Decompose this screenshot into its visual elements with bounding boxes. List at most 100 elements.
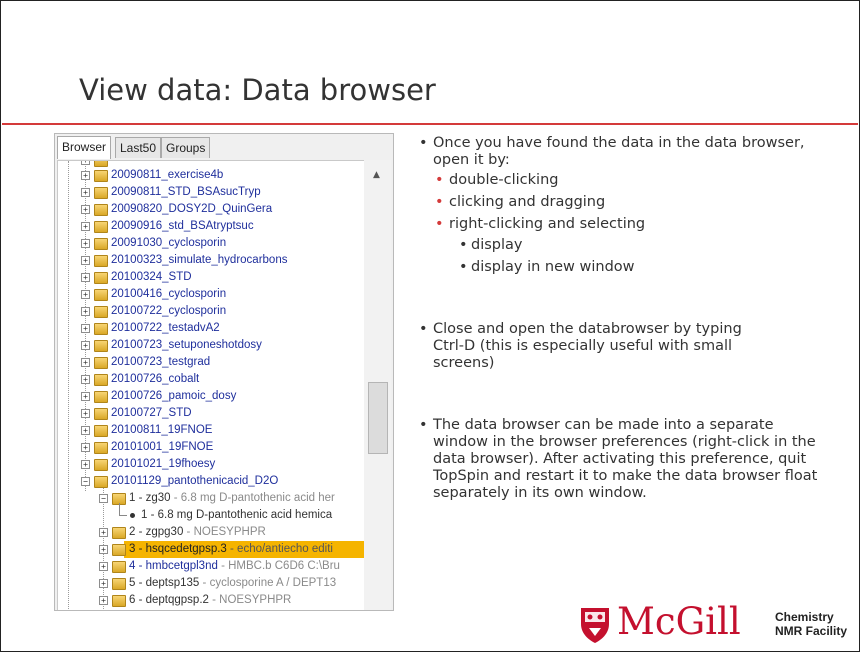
folder-icon — [94, 425, 108, 437]
tree-row[interactable]: +20090811_exercise4b — [58, 167, 364, 184]
expand-icon[interactable]: + — [81, 392, 90, 401]
sub-sub-bullet-text: display — [471, 237, 523, 253]
bullet-open-data: • Once you have found the data in the dat… — [419, 135, 805, 168]
tree-row[interactable]: +20100324_STD — [58, 269, 364, 286]
expand-icon[interactable]: + — [81, 443, 90, 452]
tree-row[interactable]: +20101021_19fhoesy — [58, 456, 364, 473]
expand-icon[interactable]: + — [81, 205, 90, 214]
tree-row[interactable]: +20100726_cobalt — [58, 371, 364, 388]
dataset-label: 20100811_19FNOE — [111, 424, 213, 436]
expand-icon[interactable]: + — [81, 222, 90, 231]
tree-row-expanded[interactable]: − 20101129_pantothenicacid_D2O — [58, 473, 364, 490]
expand-icon[interactable]: + — [99, 579, 108, 588]
tree-row[interactable]: +20100722_testadvA2 — [58, 320, 364, 337]
data-tree[interactable]: + +20090811_exercise4b +20090811_STD_BSA… — [57, 160, 365, 610]
sub-bullet: • right-clicking and selecting — [435, 216, 646, 232]
experiment-row[interactable]: +2 - zgpg30 - NOESYPHPR — [58, 524, 364, 541]
dataset-label: 20100323_simulate_hydrocarbons — [111, 254, 288, 266]
tree-row[interactable]: +20100416_cyclosporin — [58, 286, 364, 303]
tree-row[interactable]: +20100723_setuponeshotdosy — [58, 337, 364, 354]
dataset-label: 20090811_STD_BSAsucTryp — [111, 186, 261, 198]
experiment-label: 5 - deptsp135 - cyclosporine A / DEPT13 — [129, 577, 337, 589]
expand-icon[interactable]: + — [99, 596, 108, 605]
experiment-label: 2 - zgpg30 - NOESYPHPR — [129, 526, 266, 538]
collapse-icon[interactable]: − — [81, 477, 90, 486]
folder-icon — [112, 595, 126, 607]
tree-row[interactable]: +20100723_testgrad — [58, 354, 364, 371]
dataset-label: 20090916_std_BSAtryptsuc — [111, 220, 254, 232]
tree-row[interactable]: +20100323_simulate_hydrocarbons — [58, 252, 364, 269]
experiment-label: 6 - deptqgpsp.2 - NOESYPHPR — [129, 594, 292, 606]
expand-icon[interactable]: + — [81, 341, 90, 350]
folder-icon — [94, 170, 108, 182]
expand-icon[interactable]: + — [81, 239, 90, 248]
folder-icon — [94, 442, 108, 454]
scrollbar-thumb[interactable] — [368, 382, 388, 454]
tab-browser[interactable]: Browser — [57, 136, 112, 159]
expand-icon[interactable]: + — [81, 409, 90, 418]
slide: View data: Data browser Browser Last50 G… — [0, 0, 860, 652]
experiment-row[interactable]: +6 - deptqgpsp.2 - NOESYPHPR — [58, 592, 364, 609]
folder-icon — [94, 221, 108, 233]
folder-icon — [94, 272, 108, 284]
expand-icon[interactable]: + — [99, 562, 108, 571]
folder-icon — [94, 238, 108, 250]
dataset-label: 20090811_exercise4b — [111, 169, 224, 181]
tree-row[interactable]: +20100726_pamoic_dosy — [58, 388, 364, 405]
expand-icon[interactable]: + — [81, 273, 90, 282]
tree-row[interactable]: +20090820_DOSY2D_QuinGera — [58, 201, 364, 218]
sub-bullet-text: double-clicking — [449, 172, 559, 188]
tab-last50[interactable]: Last50 — [115, 137, 162, 158]
mcgill-wordmark: McGill — [617, 600, 741, 643]
collapse-icon[interactable]: − — [99, 494, 108, 503]
tree-row[interactable]: +20100811_19FNOE — [58, 422, 364, 439]
expand-icon[interactable]: + — [81, 188, 90, 197]
facility-name: Chemistry NMR Facility — [775, 610, 847, 638]
folder-icon — [94, 306, 108, 318]
tree-row[interactable]: +20090916_std_BSAtryptsuc — [58, 218, 364, 235]
tab-groups[interactable]: Groups — [161, 137, 211, 158]
expand-icon[interactable]: + — [81, 307, 90, 316]
vertical-scrollbar[interactable]: ▲ — [364, 160, 391, 610]
bullet-text: The data browser can be made into a sepa… — [433, 417, 818, 501]
sub-bullet: • double-clicking — [435, 172, 559, 188]
tree-row[interactable]: +20091030_cyclosporin — [58, 235, 364, 252]
folder-icon — [94, 408, 108, 420]
expand-icon[interactable]: + — [81, 171, 90, 180]
dataset-label: 20100726_cobalt — [111, 373, 200, 385]
tree-row[interactable]: +20100722_cyclosporin — [58, 303, 364, 320]
tree-row[interactable]: +20100727_STD — [58, 405, 364, 422]
expand-icon[interactable]: + — [81, 426, 90, 435]
expand-icon[interactable]: + — [81, 324, 90, 333]
experiment-row[interactable]: +4 - hmbcetgpl3nd - HMBC.b C6D6 C:\Bru — [58, 558, 364, 575]
tree-row[interactable]: +20101001_19FNOE — [58, 439, 364, 456]
dataset-label: 20100723_testgrad — [111, 356, 211, 368]
dataset-label: 20091030_cyclosporin — [111, 237, 227, 249]
experiment-row-selected[interactable]: +3 - hsqcedetgpsp.3 - echo/antiecho edit… — [58, 541, 364, 558]
folder-icon — [94, 391, 108, 403]
expand-icon[interactable]: + — [99, 528, 108, 537]
dataset-label: 20100723_setuponeshotdosy — [111, 339, 262, 351]
expand-icon[interactable]: + — [81, 256, 90, 265]
dataset-label: 20100416_cyclosporin — [111, 288, 227, 300]
expand-icon[interactable]: + — [81, 358, 90, 367]
tree-row[interactable]: +20090811_STD_BSAsucTryp — [58, 184, 364, 201]
dataset-label: 20100727_STD — [111, 407, 192, 419]
folder-icon — [112, 578, 126, 590]
experiment-row[interactable]: − 1 - zg30 - 6.8 mg D-pantothenic acid he… — [58, 490, 364, 507]
expand-icon[interactable]: + — [81, 375, 90, 384]
procno-row[interactable]: 1 - 6.8 mg D-pantothenic acid hemica — [58, 503, 364, 524]
slide-title: View data: Data browser — [79, 73, 436, 107]
dataset-label: 20100722_testadvA2 — [111, 322, 220, 334]
experiment-row[interactable]: +5 - deptsp135 - cyclosporine A / DEPT13 — [58, 575, 364, 592]
sub-sub-bullet-text: display in new window — [471, 259, 635, 275]
expand-icon[interactable]: + — [81, 460, 90, 469]
expand-icon[interactable]: + — [99, 545, 108, 554]
bullet-separate-window: • The data browser can be made into a sep… — [419, 417, 818, 501]
scroll-up-icon[interactable]: ▲ — [373, 170, 380, 180]
bullet-text: Close and open the databrowser by typing… — [433, 321, 742, 371]
expand-icon[interactable]: + — [81, 290, 90, 299]
data-browser-panel: Browser Last50 Groups + +20090811_exerci… — [54, 133, 394, 611]
mcgill-shield-icon — [581, 608, 609, 643]
dataset-label: 20100726_pamoic_dosy — [111, 390, 237, 402]
